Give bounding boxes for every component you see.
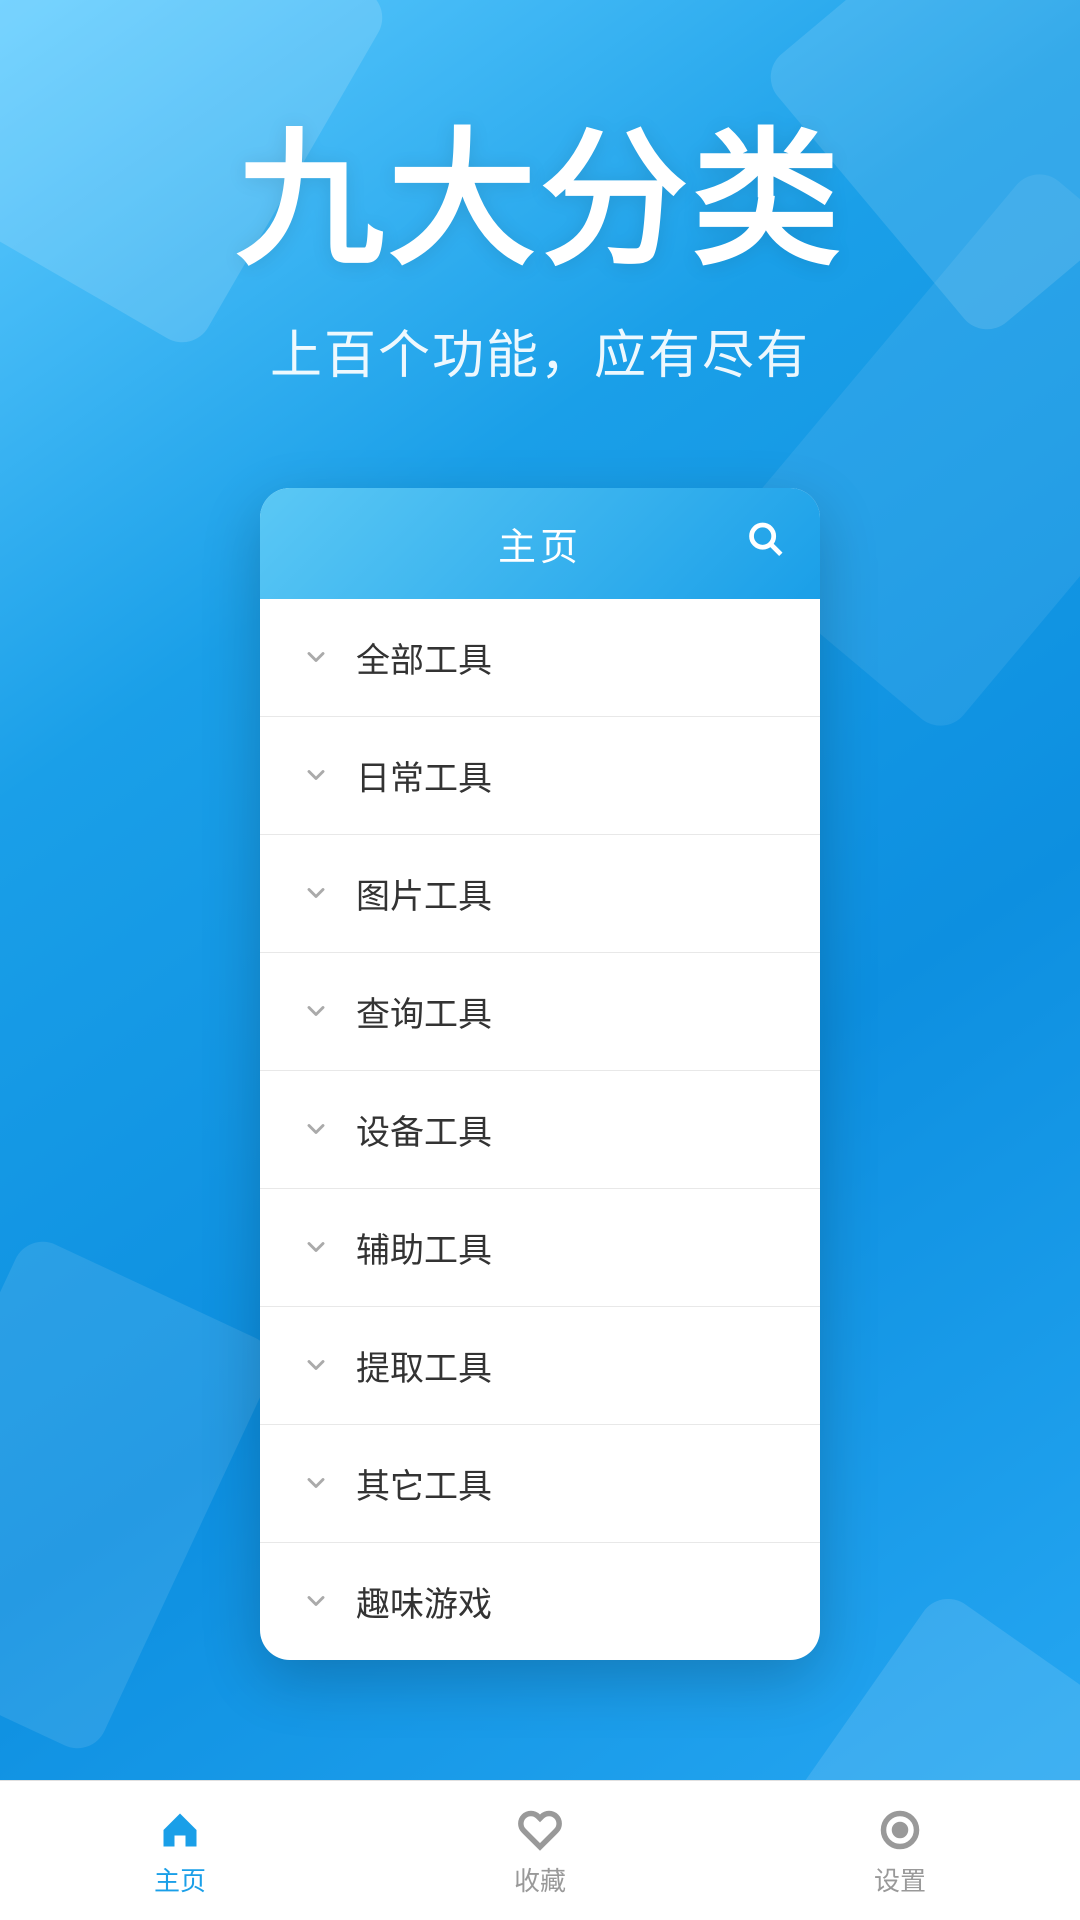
menu-item-image-tools[interactable]: 图片工具 (260, 835, 820, 953)
menu-item-label-other-tools: 其它工具 (356, 1459, 492, 1508)
menu-item-query-tools[interactable]: 查询工具 (260, 953, 820, 1071)
phone-card: 主页 全部工具日常工具图片工具查询工具设备工具辅助工具提取工具其它工具趣味游戏 (260, 488, 820, 1660)
chevron-down-icon (300, 641, 332, 673)
hero-section: 九大分类 上百个功能，应有尽有 (0, 0, 1080, 448)
chevron-down-icon (300, 1231, 332, 1263)
menu-item-all-tools[interactable]: 全部工具 (260, 599, 820, 717)
menu-item-extract-tools[interactable]: 提取工具 (260, 1307, 820, 1425)
chevron-down-icon (300, 759, 332, 791)
phone-header-title: 主页 (498, 516, 582, 571)
menu-item-other-tools[interactable]: 其它工具 (260, 1425, 820, 1543)
menu-item-assist-tools[interactable]: 辅助工具 (260, 1189, 820, 1307)
menu-item-label-extract-tools: 提取工具 (356, 1341, 492, 1390)
hero-title: 九大分类 (60, 120, 1020, 283)
menu-item-daily-tools[interactable]: 日常工具 (260, 717, 820, 835)
menu-list: 全部工具日常工具图片工具查询工具设备工具辅助工具提取工具其它工具趣味游戏 (260, 599, 820, 1660)
phone-header: 主页 (260, 488, 820, 599)
menu-item-label-device-tools: 设备工具 (356, 1105, 492, 1154)
chevron-down-icon (300, 1349, 332, 1381)
chevron-down-icon (300, 1467, 332, 1499)
search-button[interactable] (746, 520, 784, 567)
menu-item-label-all-tools: 全部工具 (356, 633, 492, 682)
menu-item-device-tools[interactable]: 设备工具 (260, 1071, 820, 1189)
hero-subtitle: 上百个功能，应有尽有 (60, 313, 1020, 388)
menu-item-label-image-tools: 图片工具 (356, 869, 492, 918)
menu-item-label-query-tools: 查询工具 (356, 987, 492, 1036)
menu-item-fun-games[interactable]: 趣味游戏 (260, 1543, 820, 1660)
menu-item-label-assist-tools: 辅助工具 (356, 1223, 492, 1272)
chevron-down-icon (300, 995, 332, 1027)
main-content: 九大分类 上百个功能，应有尽有 主页 全部工具日常工具图片工具查询工具设备工具辅… (0, 0, 1080, 1920)
chevron-down-icon (300, 1585, 332, 1617)
chevron-down-icon (300, 877, 332, 909)
chevron-down-icon (300, 1113, 332, 1145)
search-icon (746, 520, 784, 558)
menu-item-label-daily-tools: 日常工具 (356, 751, 492, 800)
menu-item-label-fun-games: 趣味游戏 (356, 1577, 492, 1626)
